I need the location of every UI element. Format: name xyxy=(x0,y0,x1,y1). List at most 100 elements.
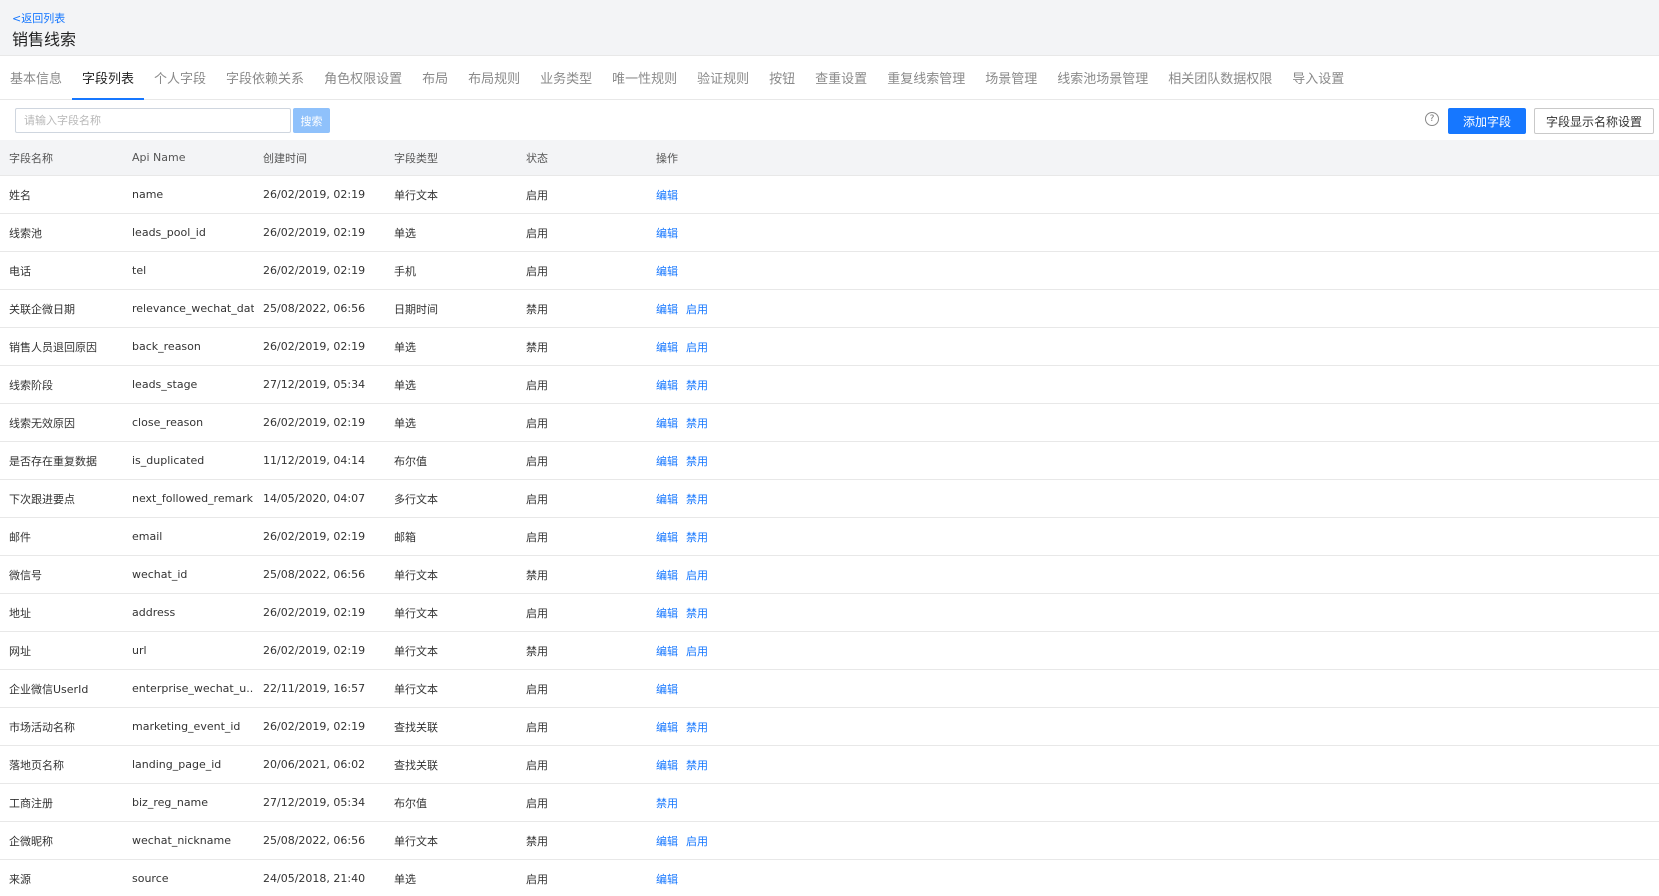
status-cell: 禁用 xyxy=(526,834,548,848)
edit-link[interactable]: 编辑 xyxy=(656,339,678,355)
tab-16[interactable]: 导入设置 xyxy=(1282,56,1354,99)
disable-link[interactable]: 禁用 xyxy=(686,605,708,621)
tab-9[interactable]: 验证规则 xyxy=(687,56,759,99)
edit-link[interactable]: 编辑 xyxy=(656,263,678,279)
status-cell: 启用 xyxy=(526,682,548,696)
status-cell: 启用 xyxy=(526,720,548,734)
edit-link[interactable]: 编辑 xyxy=(656,415,678,431)
actions-cell: 编辑 禁用 xyxy=(647,746,847,783)
tab-14[interactable]: 线索池场景管理 xyxy=(1047,56,1158,99)
enable-link[interactable]: 启用 xyxy=(686,833,708,849)
edit-link[interactable]: 编辑 xyxy=(656,225,678,241)
disable-link[interactable]: 禁用 xyxy=(686,377,708,393)
tab-5[interactable]: 布局 xyxy=(412,56,458,99)
edit-link[interactable]: 编辑 xyxy=(656,643,678,659)
field-name-cell: 姓名 xyxy=(9,188,31,202)
field-type-cell: 单行文本 xyxy=(394,644,438,658)
disable-link[interactable]: 禁用 xyxy=(686,415,708,431)
api-name-cell: marketing_event_id xyxy=(132,720,241,733)
disable-link[interactable]: 禁用 xyxy=(686,529,708,545)
created-time-cell: 26/02/2019, 02:19 xyxy=(263,606,366,619)
table-row: 姓名 name 26/02/2019, 02:19 单行文本 启用 编辑 xyxy=(0,176,1659,214)
disable-link[interactable]: 禁用 xyxy=(686,453,708,469)
created-time-cell: 26/02/2019, 02:19 xyxy=(263,226,366,239)
field-display-name-setting-button[interactable]: 字段显示名称设置 xyxy=(1534,108,1654,134)
table-row: 是否存在重复数据 is_duplicated 11/12/2019, 04:14 布尔… xyxy=(0,442,1659,480)
disable-link[interactable]: 禁用 xyxy=(686,491,708,507)
field-type-cell: 单行文本 xyxy=(394,682,438,696)
enable-link[interactable]: 启用 xyxy=(686,567,708,583)
edit-link[interactable]: 编辑 xyxy=(656,757,678,773)
edit-link[interactable]: 编辑 xyxy=(656,301,678,317)
tab-6[interactable]: 布局规则 xyxy=(458,56,530,99)
edit-link[interactable]: 编辑 xyxy=(656,871,678,887)
created-time-cell: 26/02/2019, 02:19 xyxy=(263,720,366,733)
tab-15[interactable]: 相关团队数据权限 xyxy=(1158,56,1282,99)
field-table: 字段名称 Api Name 创建时间 字段类型 状态 操作 姓名 name 26/02/201… xyxy=(0,140,1659,896)
edit-link[interactable]: 编辑 xyxy=(656,491,678,507)
edit-link[interactable]: 编辑 xyxy=(656,453,678,469)
disable-link[interactable]: 禁用 xyxy=(656,795,678,811)
table-row: 企微昵称 wechat_nickname 25/08/2022, 06:56 单行文本… xyxy=(0,822,1659,860)
tab-3[interactable]: 字段依赖关系 xyxy=(216,56,314,99)
edit-link[interactable]: 编辑 xyxy=(656,377,678,393)
created-time-cell: 11/12/2019, 04:14 xyxy=(263,454,366,467)
api-name-cell: email xyxy=(132,530,163,543)
edit-link[interactable]: 编辑 xyxy=(656,719,678,735)
actions-cell: 编辑 启用 xyxy=(647,822,847,859)
tab-2[interactable]: 个人字段 xyxy=(144,56,216,99)
field-name-cell: 关联企微日期 xyxy=(9,302,75,316)
edit-link[interactable]: 编辑 xyxy=(656,605,678,621)
search-button[interactable]: 搜索 xyxy=(293,108,330,133)
edit-link[interactable]: 编辑 xyxy=(656,567,678,583)
field-name-cell: 市场活动名称 xyxy=(9,720,75,734)
field-name-cell: 电话 xyxy=(9,264,31,278)
table-row: 线索池 leads_pool_id 26/02/2019, 02:19 单选 启用 编辑 xyxy=(0,214,1659,252)
tab-4[interactable]: 角色权限设置 xyxy=(314,56,412,99)
tab-13[interactable]: 场景管理 xyxy=(975,56,1047,99)
actions-cell: 编辑 启用 xyxy=(647,290,847,327)
edit-link[interactable]: 编辑 xyxy=(656,681,678,697)
status-cell: 禁用 xyxy=(526,340,548,354)
created-time-cell: 25/08/2022, 06:56 xyxy=(263,302,366,315)
table-row: 落地页名称 landing_page_id 20/06/2021, 06:02 查找关… xyxy=(0,746,1659,784)
tab-11[interactable]: 查重设置 xyxy=(805,56,877,99)
table-row: 企业微信UserId enterprise_wechat_u... 22/11/20… xyxy=(0,670,1659,708)
actions-cell: 编辑 启用 xyxy=(647,556,847,593)
table-row: 关联企微日期 relevance_wechat_date 25/08/2022, 0… xyxy=(0,290,1659,328)
field-type-cell: 布尔值 xyxy=(394,796,427,810)
add-field-button[interactable]: 添加字段 xyxy=(1448,108,1526,134)
field-name-cell: 下次跟进要点 xyxy=(9,492,75,506)
created-time-cell: 24/05/2018, 21:40 xyxy=(263,872,366,885)
tab-12[interactable]: 重复线索管理 xyxy=(877,56,975,99)
disable-link[interactable]: 禁用 xyxy=(686,757,708,773)
table-row: 线索阶段 leads_stage 27/12/2019, 05:34 单选 启用 编辑 禁用 xyxy=(0,366,1659,404)
tab-1[interactable]: 字段列表 xyxy=(72,56,145,100)
created-time-cell: 26/02/2019, 02:19 xyxy=(263,264,366,277)
enable-link[interactable]: 启用 xyxy=(686,301,708,317)
column-header: 操作 xyxy=(656,151,678,165)
tab-8[interactable]: 唯一性规则 xyxy=(602,56,687,99)
api-name-cell: relevance_wechat_date xyxy=(132,302,254,315)
field-type-cell: 单选 xyxy=(394,340,416,354)
enable-link[interactable]: 启用 xyxy=(686,339,708,355)
api-name-cell: leads_pool_id xyxy=(132,226,206,239)
disable-link[interactable]: 禁用 xyxy=(686,719,708,735)
tab-0[interactable]: 基本信息 xyxy=(0,56,72,99)
edit-link[interactable]: 编辑 xyxy=(656,833,678,849)
tab-10[interactable]: 按钮 xyxy=(759,56,805,99)
api-name-cell: leads_stage xyxy=(132,378,198,391)
field-name-cell: 销售人员退回原因 xyxy=(9,340,97,354)
enable-link[interactable]: 启用 xyxy=(686,643,708,659)
actions-cell: 编辑 xyxy=(647,670,847,707)
field-name-cell: 是否存在重复数据 xyxy=(9,454,97,468)
question-circle-icon[interactable]: ? xyxy=(1425,112,1439,126)
table-row: 市场活动名称 marketing_event_id 26/02/2019, 02:1… xyxy=(0,708,1659,746)
page-header: <返回列表 销售线索 xyxy=(0,0,1659,56)
edit-link[interactable]: 编辑 xyxy=(656,529,678,545)
edit-link[interactable]: 编辑 xyxy=(656,187,678,203)
created-time-cell: 27/12/2019, 05:34 xyxy=(263,378,366,391)
search-input[interactable] xyxy=(15,108,291,133)
back-to-list-link[interactable]: <返回列表 xyxy=(12,12,65,26)
tab-7[interactable]: 业务类型 xyxy=(530,56,602,99)
